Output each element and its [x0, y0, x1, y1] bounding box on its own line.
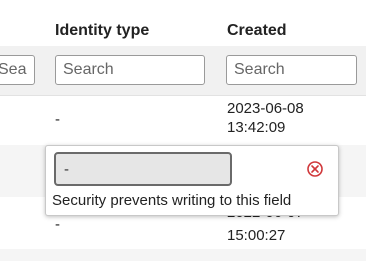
inline-edit-popup: Security prevents writing to this field — [45, 145, 339, 216]
search-input-created[interactable] — [226, 55, 357, 85]
identity-type-cell: - — [55, 216, 60, 233]
readonly-edit-field[interactable] — [54, 152, 232, 186]
column-header-created[interactable]: Created — [227, 22, 287, 40]
created-date-cell: 2023-06-08 — [227, 100, 304, 117]
filter-row — [0, 46, 366, 96]
identity-type-cell: - — [55, 111, 60, 128]
search-input-previous-column[interactable] — [0, 55, 35, 85]
search-input-identity-type[interactable] — [55, 55, 205, 85]
column-header-identity-type[interactable]: Identity type — [55, 22, 149, 40]
table-row[interactable] — [0, 249, 366, 261]
close-circle-icon[interactable] — [306, 160, 324, 178]
table-header: Identity type Created — [0, 0, 366, 46]
table-row[interactable]: - 2023-06-08 13:42:09 — [0, 96, 366, 145]
security-message: Security prevents writing to this field — [52, 192, 292, 209]
created-time-cell: 13:42:09 — [227, 119, 286, 136]
created-time-cell: 15:00:27 — [227, 227, 286, 244]
